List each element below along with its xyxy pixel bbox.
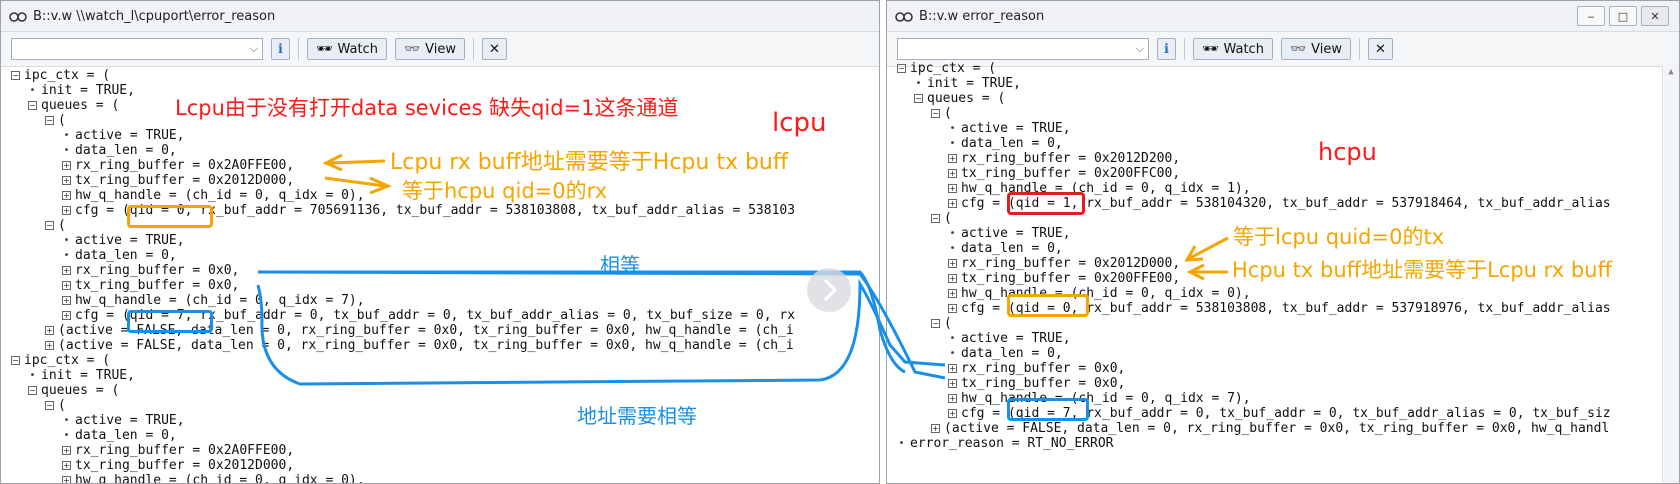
annotation-lcpu-rx: Lcpu rx buff地址需要等于Hcpu tx buff bbox=[390, 150, 789, 175]
annotation-addr-equal: 地址需要相等 bbox=[577, 404, 697, 428]
annotation-lcpu-tx: 等于hcpu qid=0的rx bbox=[402, 179, 608, 203]
red-box-right-qid1 bbox=[1007, 192, 1085, 215]
annotation-hcpu-tx: Hcpu tx buff地址需要等于Lcpu rx buff bbox=[1232, 258, 1612, 282]
blue-box-right-qid7 bbox=[1007, 398, 1089, 421]
orange-box-right-qid0 bbox=[1007, 294, 1089, 317]
annotation-lcpu-missing: Lcpu由于没有打开data sevices 缺失qid=1这条通道 bbox=[175, 96, 679, 120]
annotation-lcpu-label: lcpu bbox=[772, 108, 827, 138]
orange-box-left-qid0 bbox=[127, 205, 213, 228]
annotation-equal: 相等 bbox=[600, 253, 640, 277]
orange-arrow-rx bbox=[329, 159, 386, 165]
orange-arrow-hcpu-rx bbox=[1189, 236, 1229, 260]
drag-handle-circle[interactable] bbox=[807, 268, 851, 312]
annotation-hcpu-label: hcpu bbox=[1318, 138, 1377, 166]
blue-box-left-qid7 bbox=[127, 310, 213, 333]
annotation-hcpu-rx: 等于lcpu quid=0的tx bbox=[1233, 225, 1445, 249]
